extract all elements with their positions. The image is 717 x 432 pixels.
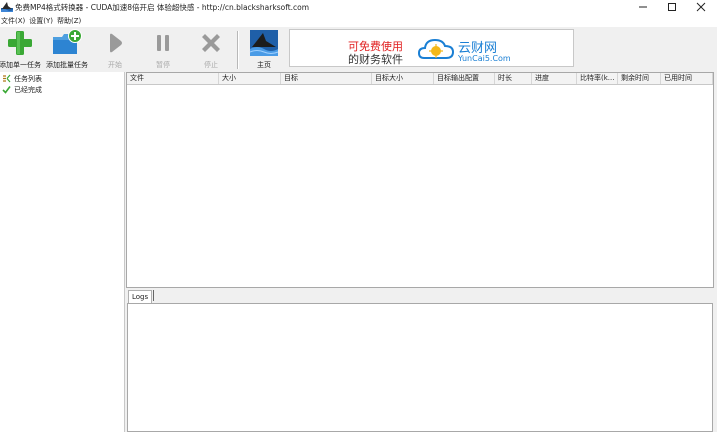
ad-line2: 的财务软件 [348, 53, 403, 66]
menu-file[interactable]: 文件(X) [0, 16, 28, 26]
home-label: 主页 [257, 61, 271, 69]
add-single-task-label: 添加单一任务 [0, 61, 41, 69]
window-title: 免费MP4格式转换器 - CUDA加速8倍开启 体验超快感 - http://c… [15, 3, 310, 12]
home-button[interactable]: 主页 [248, 28, 280, 71]
pause-label: 暂停 [156, 61, 170, 69]
maximize-button[interactable] [659, 0, 685, 14]
col-output-profile[interactable]: 目标输出配置 [434, 73, 495, 84]
pause-button[interactable]: 暂停 [148, 28, 178, 71]
tree-item-label: 已经完成 [14, 85, 42, 94]
minimize-button[interactable] [630, 0, 656, 14]
add-batch-task-label: 添加批量任务 [46, 61, 88, 69]
add-batch-task-button[interactable]: 添加批量任务 [45, 28, 89, 71]
task-table[interactable]: 文件 大小 目标 目标大小 目标输出配置 时长 进度 比特率(k... 剩余时间… [126, 72, 714, 288]
col-elapsed-time[interactable]: 已用时间 [661, 73, 713, 84]
pause-icon [147, 28, 179, 58]
toolbar-separator [237, 31, 239, 69]
minimize-icon [639, 6, 647, 8]
col-bitrate[interactable]: 比特率(k... [577, 73, 618, 84]
tab-logs[interactable]: Logs [128, 290, 153, 303]
col-duration[interactable]: 时长 [495, 73, 532, 84]
folder-add-icon [51, 28, 83, 58]
task-list-icon [3, 74, 11, 83]
start-button[interactable]: 开始 [100, 28, 130, 71]
logs-tabbar: Logs [126, 288, 714, 303]
add-plus-icon [4, 28, 36, 58]
close-button[interactable] [688, 0, 714, 14]
col-size[interactable]: 大小 [219, 73, 281, 84]
maximize-icon [668, 3, 676, 11]
shark-logo-icon [248, 28, 280, 58]
tree-item-task-list[interactable]: 任务列表 [2, 73, 42, 84]
cloud-logo-icon [417, 34, 455, 64]
stop-x-icon [195, 28, 227, 58]
menu-settings[interactable]: 设置(Y) [28, 16, 56, 26]
stop-label: 停止 [204, 61, 218, 69]
close-icon [696, 2, 706, 12]
ad-banner[interactable]: 可免费使用 的财务软件 云财网 YunCai5.Com [289, 29, 574, 67]
check-icon [2, 86, 11, 94]
menu-help[interactable]: 帮助(Z) [56, 16, 84, 26]
play-icon [99, 28, 131, 58]
table-header: 文件 大小 目标 目标大小 目标输出配置 时长 进度 比特率(k... 剩余时间… [127, 73, 713, 85]
col-file[interactable]: 文件 [127, 73, 219, 84]
tab-divider [153, 290, 154, 301]
stop-button[interactable]: 停止 [195, 28, 227, 71]
add-single-task-button[interactable]: 添加单一任务 [0, 28, 41, 71]
app-icon [1, 1, 13, 12]
tree-item-completed[interactable]: 已经完成 [2, 84, 42, 95]
menu-bar: 文件(X) 设置(Y) 帮助(Z) [0, 14, 717, 27]
task-tree: 任务列表 已经完成 [0, 72, 125, 432]
ad-domain: YunCai5.Com [458, 54, 511, 63]
col-target-size[interactable]: 目标大小 [372, 73, 434, 84]
logs-area[interactable] [127, 303, 713, 432]
col-progress[interactable]: 进度 [532, 73, 577, 84]
title-bar[interactable]: 免费MP4格式转换器 - CUDA加速8倍开启 体验超快感 - http://c… [0, 0, 717, 14]
start-label: 开始 [108, 61, 122, 69]
tree-item-label: 任务列表 [14, 74, 42, 83]
col-remaining-time[interactable]: 剩余时间 [618, 73, 661, 84]
col-target[interactable]: 目标 [281, 73, 372, 84]
